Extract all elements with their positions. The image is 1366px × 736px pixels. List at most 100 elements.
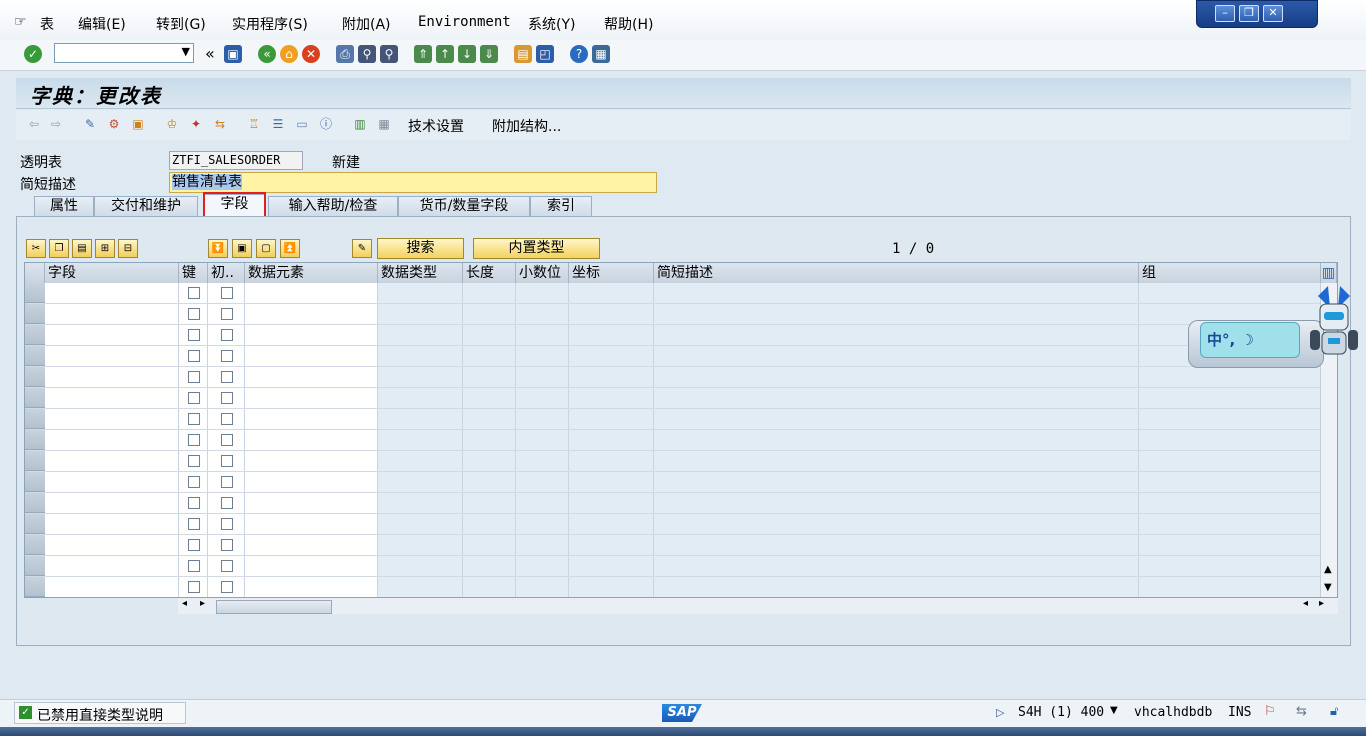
active-inactive-icon[interactable]: ⚙ <box>106 116 122 132</box>
initial-value-checkbox[interactable] <box>221 581 233 593</box>
col-header-key[interactable]: 键 <box>179 263 208 283</box>
row-selector[interactable] <box>25 430 45 450</box>
prev-page-icon[interactable]: ↑ <box>436 45 454 63</box>
table-row[interactable] <box>25 514 1321 535</box>
menu-system[interactable]: 系统(Y) <box>528 14 575 34</box>
help-icon[interactable]: ? <box>570 45 588 63</box>
key-checkbox[interactable] <box>188 287 200 299</box>
table-row[interactable] <box>25 493 1321 514</box>
col-header-coordinate[interactable]: 坐标 <box>569 263 654 283</box>
chevron-down-icon[interactable]: ▼ <box>1110 705 1118 716</box>
initial-value-checkbox[interactable] <box>221 329 233 341</box>
col-header-data-type[interactable]: 数据类型 <box>378 263 463 283</box>
tab-indexes[interactable]: 索引 <box>530 196 592 216</box>
insert-row-icon[interactable]: ⊞ <box>95 239 115 258</box>
display-change-icon[interactable]: ✎ <box>82 116 98 132</box>
status-message-box[interactable]: ✓ 已禁用直接类型说明 <box>14 702 186 724</box>
short-desc-input[interactable]: 销售清单表 <box>169 172 657 193</box>
initial-value-checkbox[interactable] <box>221 455 233 467</box>
menu-goto[interactable]: 转到(G) <box>156 14 206 34</box>
append-structure-button[interactable]: 附加结构... <box>492 116 561 136</box>
row-selector[interactable] <box>25 472 45 492</box>
save-icon[interactable]: ▣ <box>224 45 242 63</box>
initial-value-checkbox[interactable] <box>221 350 233 362</box>
key-checkbox[interactable] <box>188 371 200 383</box>
row-selector[interactable] <box>25 493 45 513</box>
table-row[interactable] <box>25 430 1321 451</box>
object-list-icon[interactable]: ☰ <box>270 116 286 132</box>
pencil-icon[interactable]: ✎ <box>352 239 372 258</box>
initial-value-checkbox[interactable] <box>221 371 233 383</box>
table-row[interactable] <box>25 535 1321 556</box>
paste-icon[interactable]: ▤ <box>72 239 92 258</box>
exit-icon[interactable]: ⌂ <box>280 45 298 63</box>
table-row[interactable] <box>25 556 1321 577</box>
col-header-field[interactable]: 字段 <box>45 263 179 283</box>
menu-help[interactable]: 帮助(H) <box>604 14 653 34</box>
row-selector[interactable] <box>25 451 45 471</box>
menu-edit[interactable]: 编辑(E) <box>78 14 126 34</box>
key-checkbox[interactable] <box>188 497 200 509</box>
ime-widget[interactable]: 中°, ☽ <box>1188 284 1366 370</box>
key-checkbox[interactable] <box>188 476 200 488</box>
row-selector[interactable] <box>25 556 45 576</box>
row-selector[interactable] <box>25 577 45 597</box>
row-selector[interactable] <box>25 346 45 366</box>
close-icon[interactable]: ✕ <box>1263 5 1283 22</box>
row-selector[interactable] <box>25 514 45 534</box>
col-header-data-element[interactable]: 数据元素 <box>245 263 378 283</box>
initial-value-checkbox[interactable] <box>221 560 233 572</box>
scroll-left-icon[interactable]: ◂ <box>1303 598 1308 609</box>
arrow-right-icon[interactable]: ⇨ <box>48 116 64 132</box>
table-row[interactable] <box>25 346 1321 367</box>
tab-delivery-maintenance[interactable]: 交付和维护 <box>94 196 198 216</box>
table-contents-icon[interactable]: ▦ <box>376 116 392 132</box>
col-header-decimals[interactable]: 小数位 <box>516 263 569 283</box>
shortcut-icon[interactable]: ◰ <box>536 45 554 63</box>
row-selector[interactable] <box>25 409 45 429</box>
hierarchy-icon[interactable]: ♖ <box>246 116 262 132</box>
menu-extras[interactable]: 附加(A) <box>342 14 391 34</box>
tab-attributes[interactable]: 属性 <box>34 196 94 216</box>
print-icon[interactable]: ⎙ <box>336 45 354 63</box>
cancel-icon[interactable]: ✕ <box>302 45 320 63</box>
ime-mode-text[interactable]: 中°, ☽ <box>1200 322 1300 358</box>
new-session-icon[interactable]: ▤ <box>514 45 532 63</box>
scroll-left-icon[interactable]: ◂ <box>182 598 187 609</box>
row-selector[interactable] <box>25 388 45 408</box>
table-row[interactable] <box>25 577 1321 597</box>
info-icon[interactable]: ⓘ <box>318 116 334 132</box>
menu-utilities[interactable]: 实用程序(S) <box>232 14 308 34</box>
tech-settings-button[interactable]: 技术设置 <box>408 116 464 136</box>
table-row[interactable] <box>25 325 1321 346</box>
last-page-icon[interactable]: ⇓ <box>480 45 498 63</box>
display-object-icon[interactable]: ▭ <box>294 116 310 132</box>
row-selector[interactable] <box>25 367 45 387</box>
next-page-icon[interactable]: ↓ <box>458 45 476 63</box>
col-header-short-desc[interactable]: 简短描述 <box>654 263 1139 283</box>
cut-icon[interactable]: ✂ <box>26 239 46 258</box>
activate-icon[interactable]: ♔ <box>164 116 180 132</box>
layout-grid-icon[interactable]: ▥ <box>352 116 368 132</box>
menu-environment[interactable]: Environment <box>418 14 511 30</box>
delete-row-icon[interactable]: ⊟ <box>118 239 138 258</box>
initial-value-checkbox[interactable] <box>221 434 233 446</box>
expand-status-icon[interactable]: ▷ <box>996 706 1004 719</box>
key-checkbox[interactable] <box>188 455 200 467</box>
chevron-down-icon[interactable]: ▼ <box>182 45 190 58</box>
enter-check-icon[interactable]: ✓ <box>24 45 42 63</box>
row-selector[interactable] <box>25 325 45 345</box>
initial-value-checkbox[interactable] <box>221 476 233 488</box>
find-next-icon[interactable]: ⚲ <box>380 45 398 63</box>
scroll-thumb[interactable] <box>216 600 332 614</box>
scroll-up-icon[interactable]: ▲ <box>1324 564 1332 575</box>
initial-value-checkbox[interactable] <box>221 287 233 299</box>
chevron-down-icon[interactable]: ⏬ <box>208 239 228 258</box>
col-header-length[interactable]: 长度 <box>463 263 516 283</box>
find-icon[interactable]: ⚲ <box>358 45 376 63</box>
magic-wand-icon[interactable]: ✦ <box>188 116 204 132</box>
col-header-initial[interactable]: 初.. <box>208 263 245 283</box>
where-used-icon[interactable]: ⇆ <box>212 116 228 132</box>
key-checkbox[interactable] <box>188 434 200 446</box>
table-row[interactable] <box>25 472 1321 493</box>
